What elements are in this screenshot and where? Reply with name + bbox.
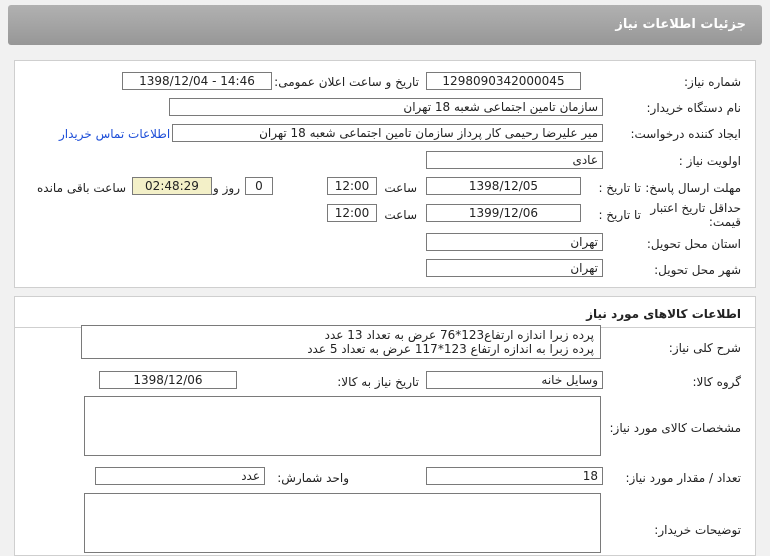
priority-field[interactable]: عادی (426, 151, 603, 169)
buyer-org-field[interactable]: سازمان تامین اجتماعی شعبه 18 تهران (169, 98, 603, 116)
validity-date-field[interactable]: 1399/12/06 (426, 204, 581, 222)
unit-label: واحد شمارش: (277, 471, 349, 485)
goods-section-title: اطلاعات کالاهای مورد نیاز (586, 307, 741, 321)
validity-time-label: ساعت (384, 208, 417, 222)
goods-panel: اطلاعات کالاهای مورد نیاز شرح کلی نیاز: … (14, 296, 756, 556)
quantity-field[interactable]: 18 (426, 467, 603, 485)
specs-field[interactable] (84, 396, 601, 456)
deadline-label: مهلت ارسال پاسخ: (645, 181, 741, 195)
goods-group-field[interactable]: وسایل خانه (426, 371, 603, 389)
specs-label: مشخصات کالای مورد نیاز: (609, 421, 741, 435)
goods-group-label: گروه کالا: (692, 375, 742, 389)
page-header: جزئیات اطلاعات نیاز (8, 5, 762, 45)
need-info-panel: شماره نیاز: 1298090342000045 تاریخ و ساع… (14, 60, 756, 288)
page-title: جزئیات اطلاعات نیاز (615, 17, 746, 32)
deadline-time-label: ساعت (384, 181, 417, 195)
general-desc-field[interactable]: پرده زبرا اندازه ارتفاع123*76 عرض به تعد… (81, 325, 601, 359)
unit-field[interactable]: عدد (95, 467, 265, 485)
need-number-field[interactable]: 1298090342000045 (426, 72, 581, 90)
priority-label: اولویت نیاز : (678, 154, 741, 168)
need-date-field[interactable]: 1398/12/06 (99, 371, 237, 389)
province-field[interactable]: تهران (426, 233, 603, 251)
quantity-label: تعداد / مقدار مورد نیاز: (625, 471, 741, 485)
days-remaining-field[interactable]: 0 (245, 177, 273, 195)
announce-field[interactable]: 1398/12/04 - 14:46 (122, 72, 272, 90)
requester-label: ایجاد کننده درخواست: (630, 127, 741, 141)
general-desc-label: شرح کلی نیاز: (668, 341, 741, 355)
buyer-notes-label: توضیحات خریدار: (654, 523, 741, 537)
buyer-org-label: نام دستگاه خریدار: (646, 101, 742, 115)
desc-line: پرده زبرا اندازه ارتفاع123*76 عرض به تعد… (324, 328, 594, 342)
validity-time-field[interactable]: 12:00 (327, 204, 377, 222)
remaining-time-field[interactable]: 02:48:29 (132, 177, 212, 195)
buyer-contact-link[interactable]: اطلاعات تماس خریدار (59, 127, 170, 141)
deadline-time-field[interactable]: 12:00 (327, 177, 377, 195)
city-label: شهر محل تحویل: (654, 263, 741, 277)
validity-label: حداقل تاریخ اعتبار قیمت: (650, 201, 741, 229)
need-date-label: تاریخ نیاز به کالا: (337, 375, 419, 389)
deadline-until-label: تا تاریخ : (598, 181, 641, 195)
province-label: استان محل تحویل: (646, 237, 741, 251)
city-field[interactable]: تهران (426, 259, 603, 277)
buyer-notes-field[interactable] (84, 493, 601, 553)
deadline-date-field[interactable]: 1398/12/05 (426, 177, 581, 195)
need-number-label: شماره نیاز: (684, 75, 741, 89)
desc-line: پرده زبرا به اندازه ارتفاع 123*117 عرض ب… (307, 342, 594, 356)
announce-label: تاریخ و ساعت اعلان عمومی: (274, 75, 419, 89)
requester-field[interactable]: میر علیرضا رحیمی کار پرداز سازمان تامین … (172, 124, 603, 142)
validity-until-label: تا تاریخ : (598, 208, 641, 222)
days-label: روز و (213, 181, 240, 195)
remaining-label: ساعت باقی مانده (37, 181, 127, 195)
